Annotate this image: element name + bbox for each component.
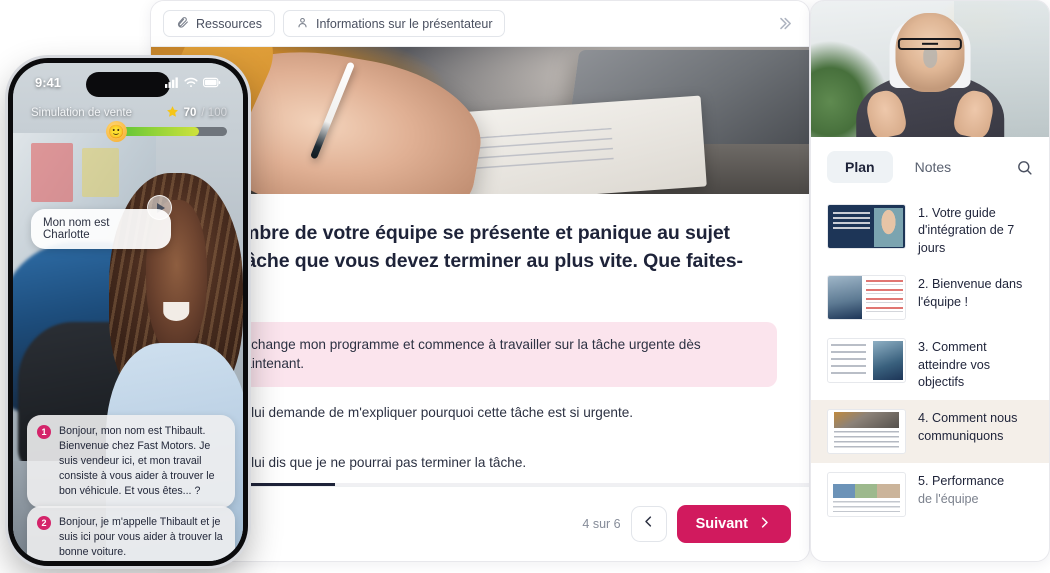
answer-option-label: Je lui dis que je ne pourrai pas termine… (233, 454, 527, 470)
answer-option-label: Je change mon programme et commence à tr… (233, 337, 701, 372)
resources-button[interactable]: Ressources (163, 10, 275, 37)
chevron-right-icon (757, 515, 772, 534)
chat-bubble: 1 Bonjour, mon nom est Thibault. Bienven… (27, 415, 235, 509)
battery-icon (203, 77, 221, 87)
course-player-card: Ressources Informations sur le présentat… (150, 0, 810, 562)
hero-scene (151, 47, 809, 194)
panel-tabs: Plan Notes (811, 137, 1049, 193)
presenter-beard (922, 47, 938, 69)
answer-options-list: Je change mon programme et commence à tr… (183, 322, 777, 487)
answer-option[interactable]: Je lui dis que je ne pourrai pas termine… (183, 440, 777, 487)
outline-item-label: 4. Comment nous communiquons (918, 411, 1018, 443)
outline-panel: Plan Notes 1. Votre guide d'intégration … (810, 0, 1050, 562)
player-toolbar: Ressources Informations sur le présentat… (151, 1, 809, 47)
outline-item-title: 5. Performance (918, 474, 1005, 489)
tab-notes[interactable]: Notes (897, 151, 970, 183)
slide-thumbnail (827, 338, 906, 384)
caption-pill: Mon nom est Charlotte (31, 209, 171, 249)
outline-list: 1. Votre guide d'intégration de 7 jours … (811, 193, 1049, 526)
presenter-video[interactable] (811, 1, 1049, 137)
star-icon (166, 105, 179, 121)
next-button-label: Suivant (695, 516, 748, 532)
slide-thumbnail (827, 204, 906, 249)
presenter-head (895, 13, 965, 93)
previous-slide-button[interactable] (630, 506, 667, 542)
outline-item-label: 3. Comment atteindre vos objectifs (918, 340, 991, 389)
outline-item-subtitle: de l'équipe (918, 491, 979, 506)
outline-item-label: 1. Votre guide d'intégration de 7 jours (918, 206, 1015, 255)
next-slide-button[interactable]: Suivant (676, 505, 791, 543)
slide-thumbnail (827, 409, 906, 455)
paperclip-icon (176, 16, 189, 32)
answer-option-label: Je lui demande de m'expliquer pourquoi c… (233, 404, 634, 420)
outline-item-label: 2. Bienvenue dans l'équipe ! (918, 277, 1023, 309)
outline-item-5[interactable]: 5. Performance de l'équipe (811, 463, 1049, 526)
resources-label: Ressources (196, 16, 262, 31)
phone-status-bar: 9:41 (13, 63, 243, 101)
message-text: Bonjour, je m'appelle Thibault et je sui… (59, 516, 223, 559)
search-icon[interactable] (1011, 154, 1037, 180)
slide-counter: 4 sur 6 (582, 517, 621, 531)
phone-screen: 9:41 Simulation de vente 70 / 100 🙂 Mon … (13, 63, 243, 561)
chat-bubble: 2 Bonjour, je m'appelle Thibault et je s… (27, 506, 235, 561)
slide-hero-image (151, 47, 809, 194)
double-chevron-right-icon[interactable] (771, 11, 797, 37)
tab-plan[interactable]: Plan (827, 151, 893, 183)
player-footer: CC ••• 4 sur 6 Suivant (151, 486, 809, 561)
message-text: Bonjour, mon nom est Thibault. Bienvenue… (59, 425, 215, 498)
score-total: / 100 (201, 107, 227, 119)
status-time: 9:41 (35, 74, 62, 90)
outline-item-2[interactable]: 2. Bienvenue dans l'équipe ! (811, 266, 1049, 329)
message-index-badge: 1 (37, 425, 51, 439)
person-smile (163, 302, 190, 321)
person-icon (296, 16, 309, 32)
score-display: 70 / 100 (166, 105, 227, 121)
presenter-info-button[interactable]: Informations sur le présentateur (283, 10, 506, 37)
chevron-left-icon (641, 514, 656, 534)
score-value: 70 (183, 107, 197, 119)
slide-body: Un membre de votre équipe se présente et… (151, 194, 809, 486)
presenter-glasses (897, 37, 963, 50)
screenshot-root: Ressources Informations sur le présentat… (0, 0, 1050, 573)
wifi-icon (184, 77, 198, 87)
status-icons (165, 76, 221, 88)
simulation-title: Simulation de vente (31, 107, 133, 119)
smiley-emoji-icon: 🙂 (106, 121, 127, 142)
message-index-badge: 2 (37, 516, 51, 530)
answer-option[interactable]: Je change mon programme et commence à tr… (183, 322, 777, 387)
footer-navigation: 4 sur 6 Suivant (582, 505, 791, 543)
phone-mockup: 9:41 Simulation de vente 70 / 100 🙂 Mon … (8, 58, 248, 566)
cellular-signal-icon (165, 76, 178, 88)
outline-item-1[interactable]: 1. Votre guide d'intégration de 7 jours (811, 195, 1049, 266)
outline-item-label: 5. Performance de l'équipe (918, 472, 1004, 508)
showroom-banner (31, 142, 73, 203)
question-text: Un membre de votre équipe se présente et… (183, 222, 743, 299)
slide-thumbnail (827, 472, 906, 518)
outline-item-3[interactable]: 3. Comment atteindre vos objectifs (811, 329, 1049, 400)
slide-thumbnail (827, 275, 906, 321)
presenter-info-label: Informations sur le présentateur (316, 16, 493, 31)
answer-option[interactable]: Je lui demande de m'expliquer pourquoi c… (183, 390, 777, 437)
outline-item-4[interactable]: 4. Comment nous communiquons (811, 400, 1049, 464)
